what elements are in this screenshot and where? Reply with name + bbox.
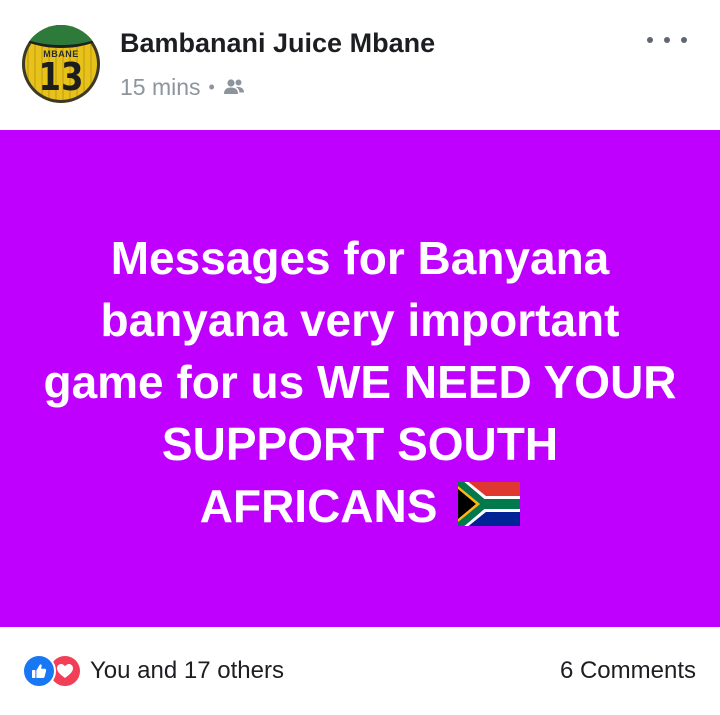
meta-separator: • bbox=[208, 76, 215, 97]
reactions-summary[interactable]: You and 17 others bbox=[22, 654, 284, 688]
jersey-collar bbox=[22, 25, 100, 48]
post-footer: You and 17 others 6 Comments bbox=[0, 627, 720, 715]
post-time[interactable]: 15 mins bbox=[120, 74, 201, 101]
more-options-icon[interactable] bbox=[647, 28, 687, 52]
dot-icon bbox=[647, 37, 653, 43]
author-name[interactable]: Bambanani Juice Mbane bbox=[120, 28, 435, 59]
friends-icon[interactable] bbox=[223, 78, 245, 96]
reactions-count: You and 17 others bbox=[90, 657, 284, 684]
south-africa-flag-icon bbox=[458, 479, 521, 541]
comments-count[interactable]: 6 Comments bbox=[560, 657, 696, 685]
like-icon bbox=[22, 654, 56, 688]
dot-icon bbox=[681, 37, 687, 43]
dot-icon bbox=[664, 37, 670, 43]
post-header: MBANE 13 Bambanani Juice Mbane 15 mins • bbox=[0, 0, 720, 300]
post-text-banner[interactable]: Messages for Banyana banyana very import… bbox=[0, 130, 720, 627]
banner-text: Messages for Banyana banyana very import… bbox=[43, 231, 677, 532]
post-meta: 15 mins • bbox=[120, 72, 245, 102]
avatar[interactable]: MBANE 13 bbox=[22, 25, 100, 103]
avatar-jersey-number: 13 bbox=[38, 55, 84, 99]
banner-message: Messages for Banyana banyana very import… bbox=[40, 227, 680, 541]
